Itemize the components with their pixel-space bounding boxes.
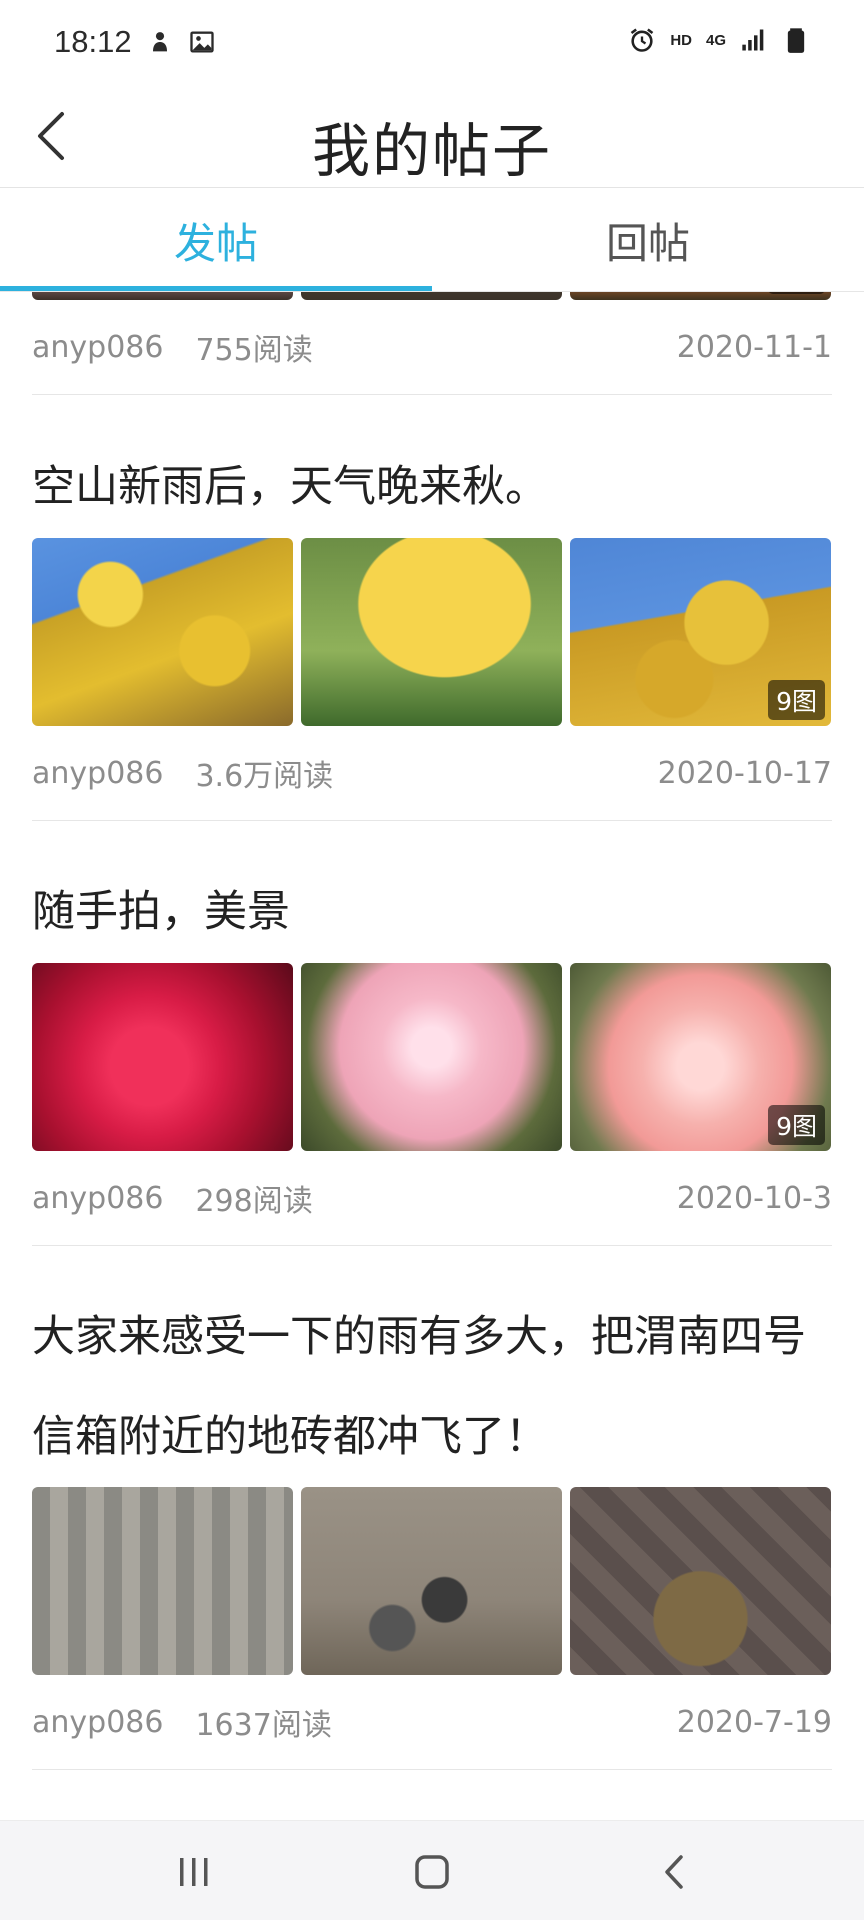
status-time: 18:12 [54,24,132,59]
post-image[interactable]: 9图 [570,963,831,1151]
post-meta: anyp086 298阅读 2020-10-3 [32,1151,832,1245]
image-icon [190,31,214,53]
post-image[interactable] [32,963,293,1151]
post-image[interactable] [301,292,562,300]
post-reads: 298阅读 [195,1184,313,1219]
post-image[interactable] [301,538,562,726]
hd-icon: HD [670,31,692,49]
back-icon [665,1855,683,1889]
recent-apps-icon [180,1858,208,1886]
post-image[interactable] [301,963,562,1151]
post-image[interactable] [32,292,293,300]
post-divider [32,1245,832,1246]
post-image-row: 9图 [32,538,832,726]
post-author: anyp086 [32,755,164,791]
post-meta: anyp086 3.6万阅读 2020-10-17 [32,726,832,820]
post-item[interactable]: 随手拍，美景 9图 anyp086 298阅读 2020-10-3 [32,861,832,1246]
post-title[interactable]: 随手拍，美景 [32,861,832,963]
tab-replies-label: 回帖 [605,218,690,268]
image-count-badge: 9图 [768,1105,825,1145]
4g-icon: 4G [705,31,726,49]
tab-bar: 发帖 回帖 [0,188,864,292]
post-title[interactable]: 大家来感受一下的雨有多大，把渭南四号信箱附近的地砖都冲飞了！ [32,1287,832,1487]
post-image[interactable] [32,1487,293,1675]
post-item[interactable]: 空山新雨后，天气晚来秋。 9图 anyp086 3.6万阅读 2020-10-1… [32,436,832,821]
post-reads: 3.6万阅读 [195,759,334,794]
post-author: anyp086 [32,1704,164,1740]
post-image[interactable] [32,538,293,726]
page-title: 我的帖子 [311,117,552,185]
post-date: 2020-10-3 [676,1180,832,1216]
recent-apps-button[interactable] [164,1847,224,1897]
post-image[interactable]: 9图 [570,292,831,300]
post-image[interactable] [301,1487,562,1675]
post-date: 2020-11-1 [676,329,832,365]
tab-replies[interactable]: 回帖 [432,188,864,292]
tab-posts-label: 发帖 [173,218,258,268]
post-image[interactable] [570,1487,831,1675]
post-divider [32,820,832,821]
signal-icon [742,29,764,51]
notification-icon [153,32,167,52]
post-divider [32,394,832,395]
post-date: 2020-10-17 [657,755,832,791]
system-nav-bar [0,1820,864,1920]
alarm-icon [631,28,654,52]
battery-icon [787,28,805,53]
post-date: 2020-7-19 [676,1704,832,1740]
image-count-badge: 9图 [768,680,825,720]
post-item[interactable]: 9图 anyp086 755阅读 2020-11-1 [32,292,832,395]
post-divider [32,1769,832,1770]
post-reads: 1637阅读 [195,1708,332,1743]
system-back-button[interactable] [645,1847,705,1897]
home-icon [415,1855,449,1889]
image-count-badge: 9图 [768,292,825,294]
post-author: anyp086 [32,329,164,365]
post-meta: anyp086 755阅读 2020-11-1 [32,300,832,394]
post-author: anyp086 [32,1180,164,1216]
post-image-row [32,1487,832,1675]
post-meta: anyp086 1637阅读 2020-7-19 [32,1675,832,1769]
post-reads: 755阅读 [195,333,313,368]
title-bar: 我的帖子 [0,86,864,188]
post-list[interactable]: 9图 anyp086 755阅读 2020-11-1 空山新雨后，天气晚来秋。 … [0,292,864,1820]
post-image-row: 9图 [32,292,832,300]
post-image-row: 9图 [32,963,832,1151]
post-image[interactable]: 9图 [570,538,831,726]
post-item[interactable]: 大家来感受一下的雨有多大，把渭南四号信箱附近的地砖都冲飞了！ anyp086 1… [32,1287,832,1770]
post-title[interactable]: 空山新雨后，天气晚来秋。 [32,436,832,538]
status-bar: 18:12 HD 4G [0,0,864,86]
home-button[interactable] [402,1847,462,1897]
tab-posts[interactable]: 发帖 [0,188,432,292]
